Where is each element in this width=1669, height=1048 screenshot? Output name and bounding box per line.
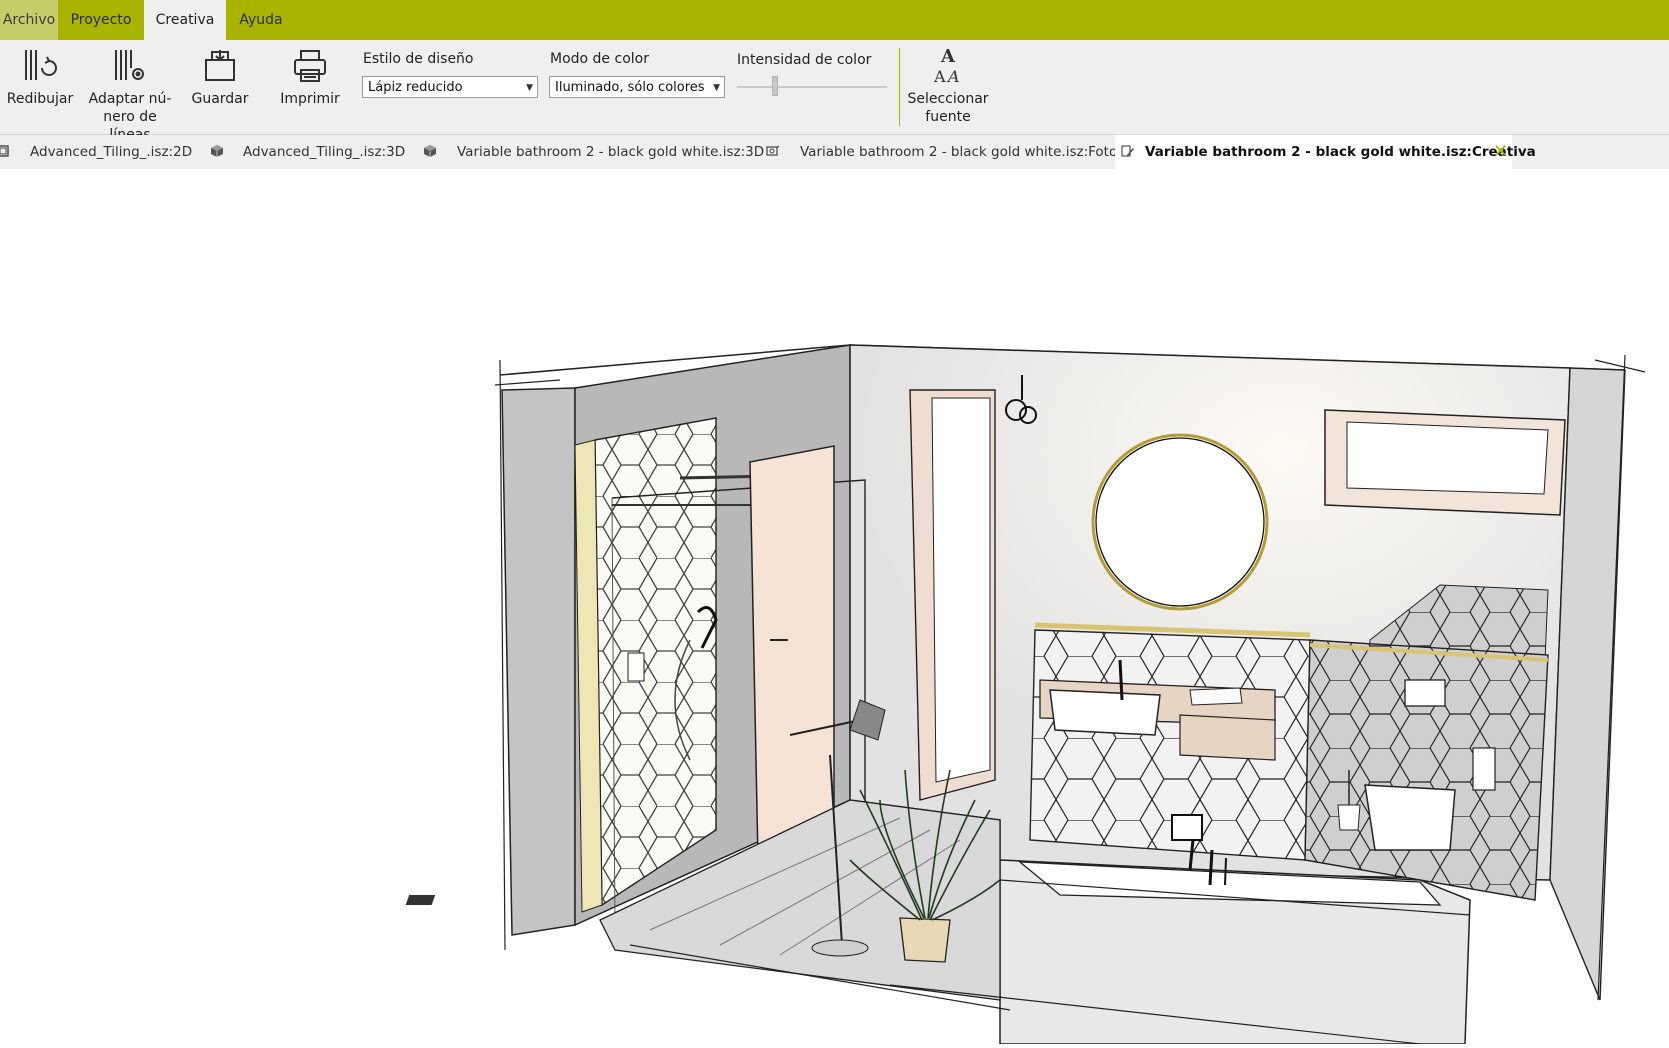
menu-creativa[interactable]: Creativa: [144, 0, 226, 40]
3d-cube-icon: [211, 145, 223, 157]
menu-archivo[interactable]: Archivo: [0, 0, 58, 40]
redibujar-button[interactable]: Redibujar: [4, 40, 76, 134]
modo-select[interactable]: Iluminado, sólo colores ▼: [549, 76, 725, 98]
3d-cube-icon: [424, 145, 436, 157]
adaptar-label-1: Adaptar nú-: [88, 91, 172, 107]
svg-text:A: A: [946, 67, 960, 86]
tab-label: Variable bathroom 2 - black gold white.i…: [457, 144, 765, 160]
close-icon[interactable]: ✕: [1493, 135, 1508, 169]
font-select-icon: A A A: [933, 46, 960, 86]
ribbon-separator: [899, 48, 900, 126]
document-tab-bar: Advanced_Tiling_.isz:2D Advanced_Tiling_…: [0, 135, 1669, 169]
intensidad-slider-track[interactable]: [737, 86, 887, 88]
estilo-value: Lápiz reducido: [368, 80, 463, 95]
seleccionar-fuente-button[interactable]: A A A Seleccionar fuente: [905, 40, 991, 134]
intensidad-slider-thumb[interactable]: [771, 76, 778, 96]
estilo-select[interactable]: Lápiz reducido ▼: [362, 76, 538, 98]
imprimir-label: Imprimir: [280, 91, 340, 107]
tab-label: Variable bathroom 2 - black gold white.i…: [800, 144, 1118, 160]
menu-ayuda[interactable]: Ayuda: [226, 0, 296, 40]
guardar-label: Guardar: [191, 91, 249, 107]
tab-variable-bathroom-3d[interactable]: Variable bathroom 2 - black gold white.i…: [420, 135, 764, 169]
print-icon: [294, 50, 326, 82]
chevron-down-icon: ▼: [526, 83, 533, 93]
chevron-down-icon: ▼: [713, 83, 720, 93]
bathroom-sketch-drawing: [405, 344, 1646, 1045]
menu-proyecto[interactable]: Proyecto: [58, 0, 144, 40]
lines-settings-icon: [115, 50, 144, 80]
tab-label: Advanced_Tiling_.isz:2D: [30, 144, 193, 160]
intensidad-label: Intensidad de color: [737, 52, 872, 68]
creative-canvas[interactable]: [0, 169, 1669, 1045]
creative-sketch-icon: [1121, 145, 1134, 157]
tab-label: Advanced_Tiling_.isz:3D: [243, 144, 406, 160]
ribbon-toolbar: Redibujar Adaptar nú- nero de líneas Gua…: [0, 40, 1669, 143]
modo-value: Iluminado, sólo colores: [555, 80, 705, 95]
tab-label: Variable bathroom 2 - black gold white.i…: [1145, 144, 1536, 160]
menu-bar: Archivo Proyecto Creativa Ayuda: [0, 0, 1669, 40]
redraw-icon: [25, 50, 57, 80]
imprimir-button[interactable]: Imprimir: [276, 40, 344, 134]
seleccionar-label-2: fuente: [925, 109, 971, 125]
svg-text:A: A: [940, 46, 956, 67]
save-icon: [205, 50, 235, 81]
tab-advanced-tiling-2d[interactable]: Advanced_Tiling_.isz:2D: [0, 135, 200, 169]
tab-variable-bathroom-creativa[interactable]: Variable bathroom 2 - black gold white.i…: [1115, 135, 1536, 169]
2d-view-icon: [0, 145, 9, 157]
guardar-button[interactable]: Guardar: [186, 40, 254, 134]
svg-text:A: A: [933, 67, 946, 86]
seleccionar-label-1: Seleccionar: [907, 91, 989, 107]
photo-render-icon: [766, 145, 780, 156]
adaptar-lineas-button[interactable]: Adaptar nú- nero de líneas: [82, 40, 178, 143]
tab-variable-bathroom-foto[interactable]: Variable bathroom 2 - black gold white.i…: [762, 135, 1117, 169]
tab-advanced-tiling-3d[interactable]: Advanced_Tiling_.isz:3D: [208, 135, 408, 169]
redibujar-label: Redibujar: [6, 91, 74, 107]
estilo-label: Estilo de diseño: [363, 51, 474, 67]
modo-label: Modo de color: [550, 51, 649, 67]
